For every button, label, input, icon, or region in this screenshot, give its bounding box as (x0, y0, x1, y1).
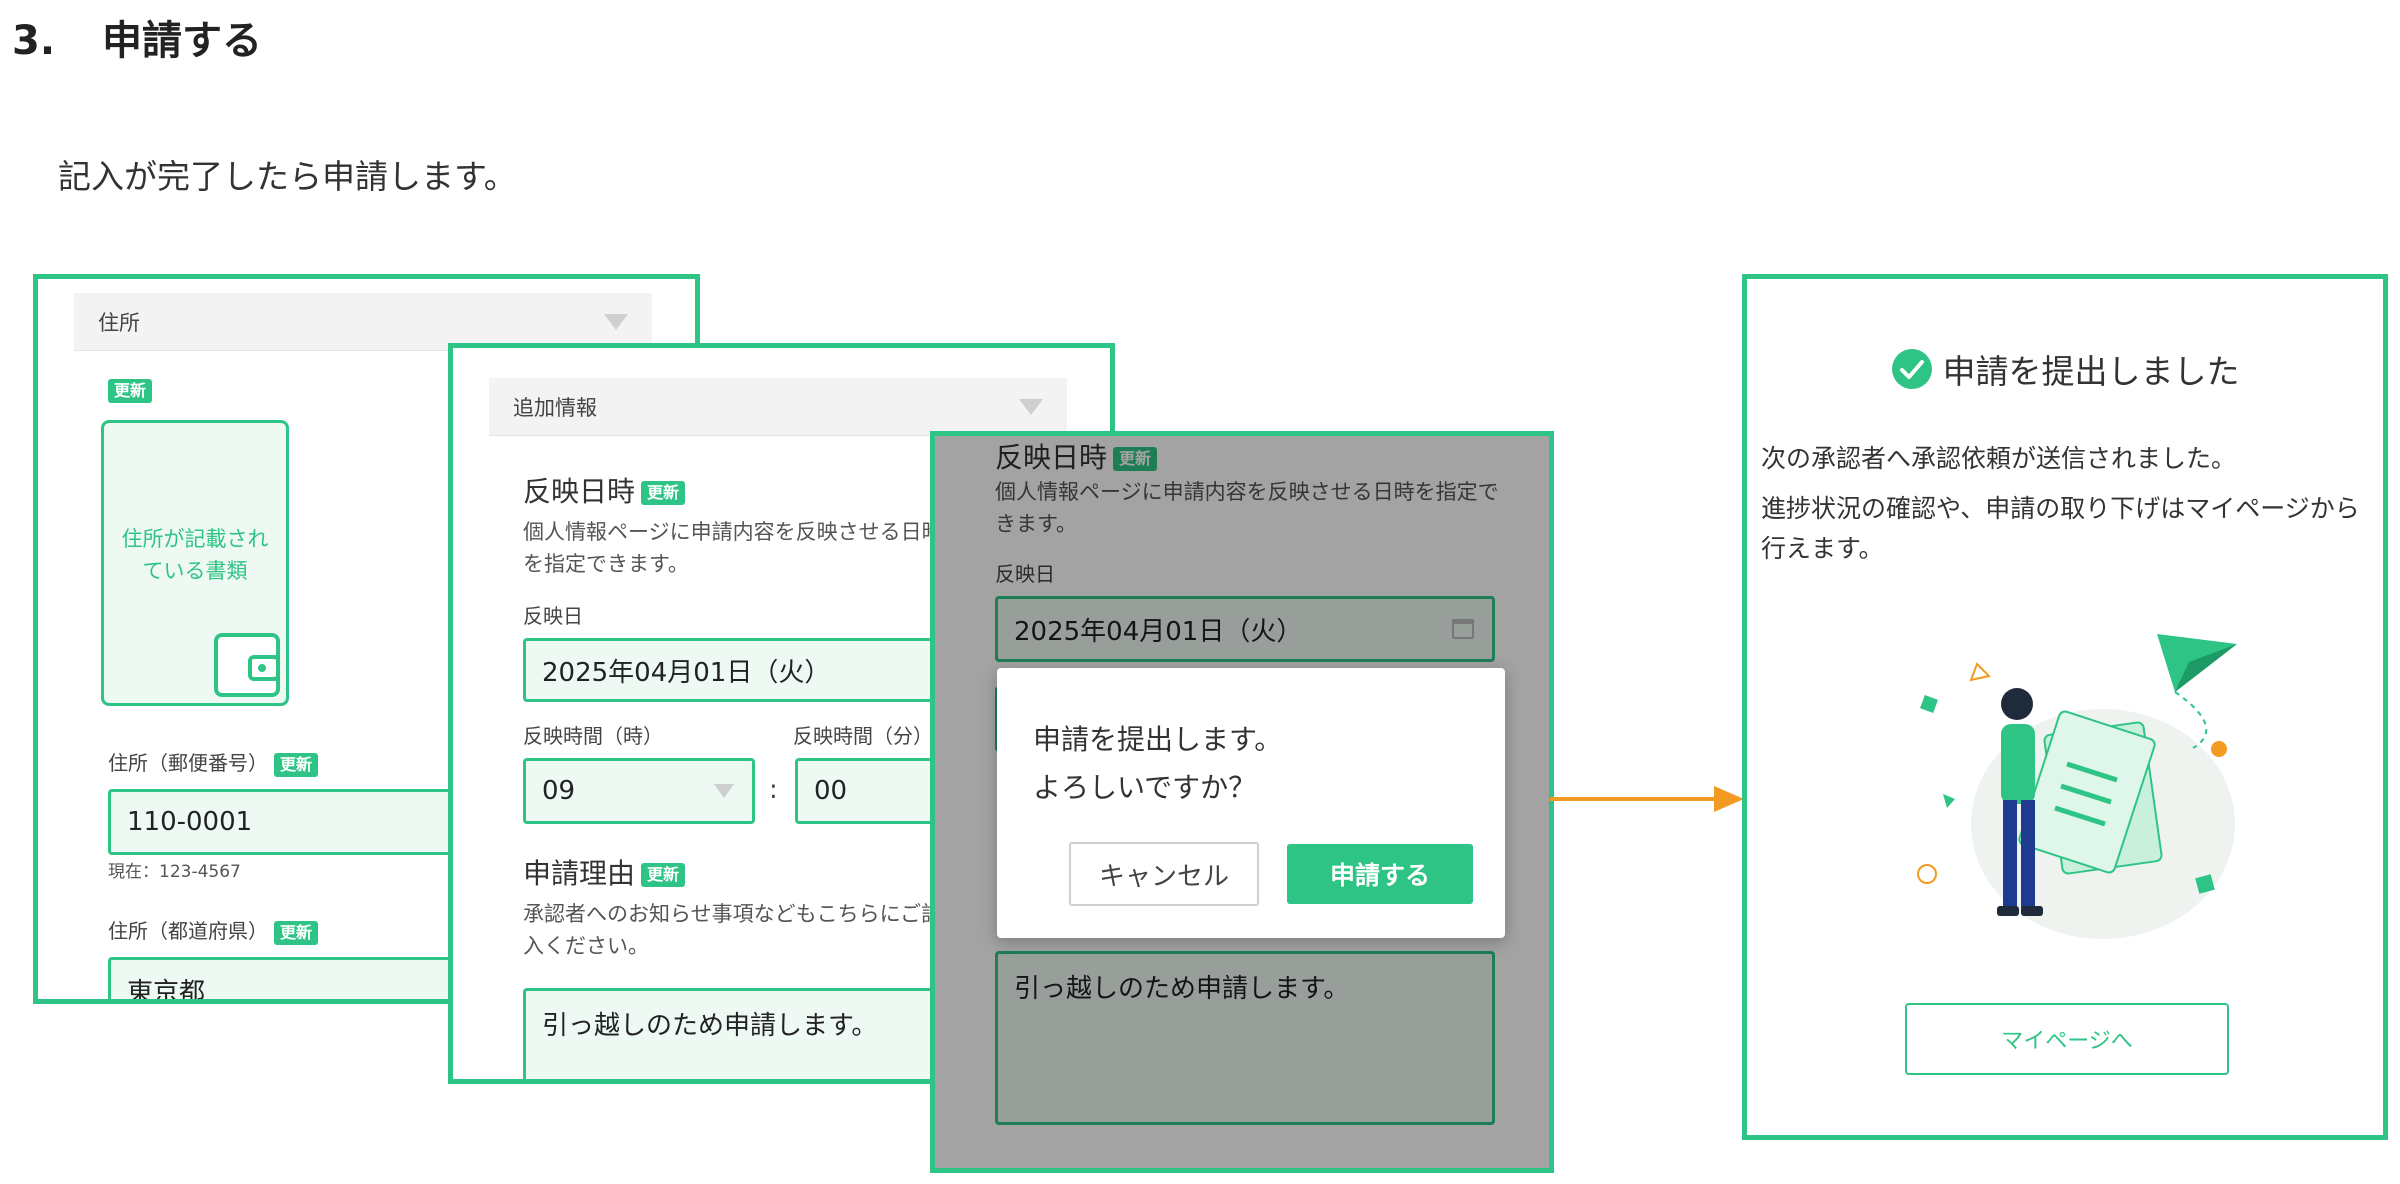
completion-message-1: 次の承認者へ承認依頼が送信されました。 (1761, 444, 2237, 473)
page-heading: 3. 申請する (12, 8, 262, 66)
document-card-label: 住所が記載されている書類 (121, 527, 269, 583)
postal-current-value: 現在：123-4567 (108, 862, 241, 882)
prefecture-label: 住所（都道府県） 更新 (108, 915, 319, 945)
update-badge: 更新 (274, 752, 319, 777)
dialog-message-line1: 申請を提出します。 (1033, 723, 1283, 756)
reflect-datetime-description: 個人情報ページに申請内容を反映させる日時を指定できます。 (523, 520, 943, 576)
dialog-message-line2: よろしいですか？ (1033, 771, 1257, 804)
flow-arrow-head (1714, 786, 1744, 812)
reason-title: 申請理由 更新 (523, 852, 686, 892)
completion-screenshot: 申請を提出しました 次の承認者へ承認依頼が送信されました。 進捗状況の確認や、申… (1742, 274, 2388, 1140)
reason-textarea[interactable]: 引っ越しのため申請します。 (523, 988, 963, 1079)
update-badge: 更新 (108, 379, 153, 403)
update-badge: 更新 (641, 481, 686, 505)
reflect-datetime-title: 反映日時 更新 (523, 470, 686, 510)
completion-title: 申請を提出しました (1942, 352, 2240, 391)
heading-title: 申請する (102, 18, 262, 64)
time-colon: : (769, 775, 778, 805)
mypage-button[interactable]: マイページへ (1905, 1003, 2229, 1075)
chevron-down-icon (714, 784, 734, 798)
submit-button[interactable]: 申請する (1287, 844, 1473, 904)
additional-info-section-title: 追加情報 (513, 395, 597, 420)
reflect-hour-value: 09 (542, 776, 576, 806)
reflect-hour-select[interactable]: 09 (523, 758, 755, 824)
reflect-date-field[interactable]: 2025年04月01日（火） (523, 638, 963, 702)
additional-info-section-header[interactable]: 追加情報 (489, 378, 1067, 436)
update-badge: 更新 (641, 863, 686, 887)
address-section-title: 住所 (98, 310, 140, 335)
confirm-dialog-screenshot: 反映日時 更新 個人情報ページに申請内容を反映させる日時を指定できます。 反映日 … (930, 431, 1554, 1173)
flow-arrow-line (1550, 797, 1718, 801)
reflect-minute-label: 反映時間（分） (793, 724, 933, 748)
check-circle-icon (1891, 349, 1932, 389)
collapse-triangle-icon[interactable] (604, 313, 628, 330)
reason-text: 引っ越しのため申請します。 (542, 1011, 878, 1041)
completion-message-2: 進捗状況の確認や、申請の取り下げはマイページから行えます。 (1761, 494, 2360, 563)
heading-number: 3. (12, 18, 56, 64)
paper-plane-illustration (1917, 634, 2237, 939)
completion-heading: 申請を提出しました (1747, 345, 2383, 393)
wallet-icon (214, 633, 280, 697)
update-badge: 更新 (274, 920, 319, 945)
postal-code-label: 住所（郵便番号） 更新 (108, 747, 319, 777)
intro-text: 記入が完了したら申請します。 (58, 157, 517, 196)
collapse-triangle-icon[interactable] (1019, 398, 1043, 415)
reflect-hour-label: 反映時間（時） (523, 724, 663, 748)
document-upload-card[interactable]: 住所が記載されている書類 (101, 420, 289, 706)
reflect-date-label: 反映日 (523, 604, 583, 628)
reason-description: 承認者へのお知らせ事項などもこちらにご記入ください。 (523, 902, 943, 958)
cancel-button[interactable]: キャンセル (1069, 842, 1259, 906)
confirm-dialog: 申請を提出します。 よろしいですか？ キャンセル 申請する (997, 668, 1505, 938)
